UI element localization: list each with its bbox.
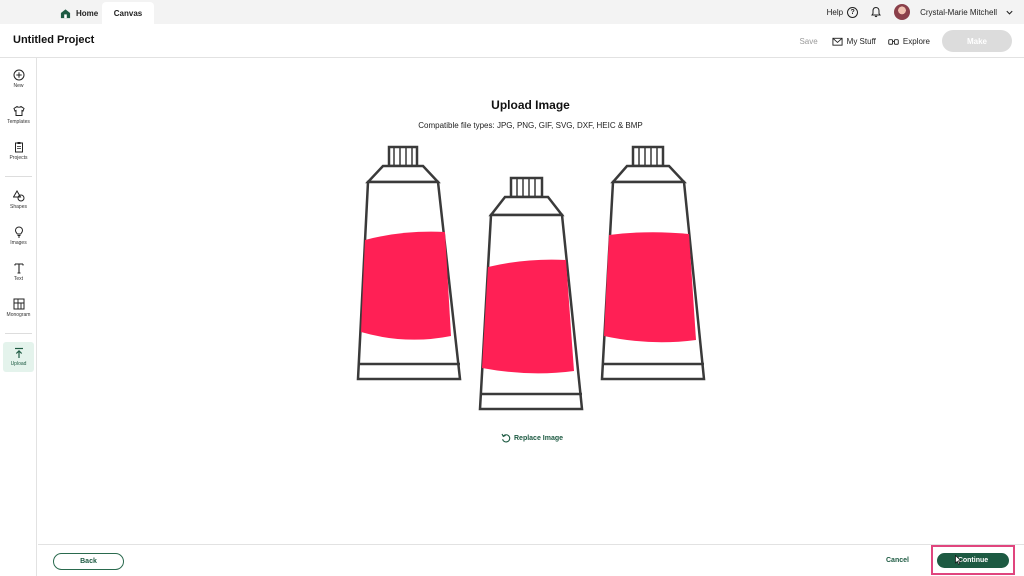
continue-button[interactable]: Continue: [937, 553, 1009, 568]
help-button[interactable]: Help ?: [826, 6, 859, 18]
sidebar-item-label: Upload: [10, 361, 27, 367]
replace-image-button[interactable]: Replace Image: [501, 433, 563, 443]
monogram-icon: [13, 298, 24, 310]
help-label: Help: [826, 7, 844, 17]
paint-tube-middle: [478, 176, 584, 411]
tab-home-label: Home: [76, 8, 99, 18]
question-circle-icon: ?: [847, 6, 859, 18]
back-button[interactable]: Back: [53, 553, 124, 570]
cancel-button[interactable]: Cancel: [886, 557, 909, 564]
make-button[interactable]: Make: [942, 30, 1012, 52]
save-button[interactable]: Save: [799, 37, 817, 46]
explore-label: Explore: [902, 36, 930, 46]
sidebar-item-new[interactable]: New: [3, 64, 34, 94]
sidebar-item-upload[interactable]: Upload: [3, 342, 34, 372]
left-sidebar: New Templates Projects Shapes Images Tex…: [0, 58, 37, 576]
shapes-icon: [12, 190, 24, 202]
explore-button[interactable]: Explore: [888, 36, 930, 47]
upload-icon: [14, 347, 23, 358]
paint-tube-left: [356, 145, 462, 381]
my-stuff-button[interactable]: My Stuff: [832, 36, 876, 47]
home-icon: [60, 8, 71, 18]
project-header: Untitled Project Save My Stuff Explore M…: [0, 24, 1024, 58]
sidebar-divider: [5, 176, 32, 177]
lightbulb-icon: [14, 226, 23, 238]
text-icon: [13, 263, 24, 274]
tab-canvas-label: Canvas: [113, 8, 143, 18]
sidebar-item-label: Images: [10, 240, 27, 246]
upload-image-title: Upload Image: [491, 98, 570, 112]
mouse-cursor-icon: [955, 555, 962, 565]
sidebar-item-shapes[interactable]: Shapes: [3, 185, 34, 215]
sidebar-item-images[interactable]: Images: [3, 221, 34, 251]
plus-circle-icon: [13, 69, 24, 81]
sidebar-item-label: Monogram: [6, 312, 31, 318]
sidebar-item-projects[interactable]: Projects: [3, 136, 34, 166]
my-stuff-label: My Stuff: [846, 36, 876, 46]
bell-icon[interactable]: [870, 6, 882, 18]
sidebar-item-text[interactable]: Text: [3, 257, 34, 287]
header-actions: Save My Stuff Explore Make: [799, 30, 1012, 52]
top-tab-bar: Home Canvas Help ? Crystal-Marie Mitchel…: [0, 0, 1024, 24]
envelope-icon: [832, 37, 843, 46]
footer-bar: Back Cancel Continue: [38, 544, 1024, 576]
project-title: Untitled Project: [13, 34, 95, 46]
tab-home[interactable]: Home: [52, 2, 106, 24]
chevron-down-icon[interactable]: [1005, 8, 1014, 17]
user-name[interactable]: Crystal-Marie Mitchell: [920, 8, 997, 17]
replace-image-label: Replace Image: [514, 434, 564, 442]
paint-tube-right: [600, 145, 706, 381]
continue-highlight-frame: Continue: [931, 545, 1015, 575]
sidebar-divider: [5, 333, 32, 334]
clipboard-icon: [14, 142, 23, 153]
top-right-controls: Help ? Crystal-Marie Mitchell: [827, 0, 1014, 24]
tab-canvas[interactable]: Canvas: [102, 2, 154, 24]
avatar[interactable]: [894, 4, 911, 20]
sidebar-item-label: Shapes: [10, 204, 27, 210]
sidebar-item-label: New: [13, 83, 24, 89]
rotate-ccw-icon: [501, 433, 511, 443]
compatible-file-types: Compatible file types: JPG, PNG, GIF, SV…: [418, 121, 643, 130]
binoculars-icon: [888, 38, 899, 45]
sidebar-item-label: Projects: [9, 155, 28, 161]
sidebar-item-monogram[interactable]: Monogram: [3, 293, 34, 323]
sidebar-item-label: Text: [13, 276, 24, 282]
uploaded-image-preview: [356, 145, 706, 411]
